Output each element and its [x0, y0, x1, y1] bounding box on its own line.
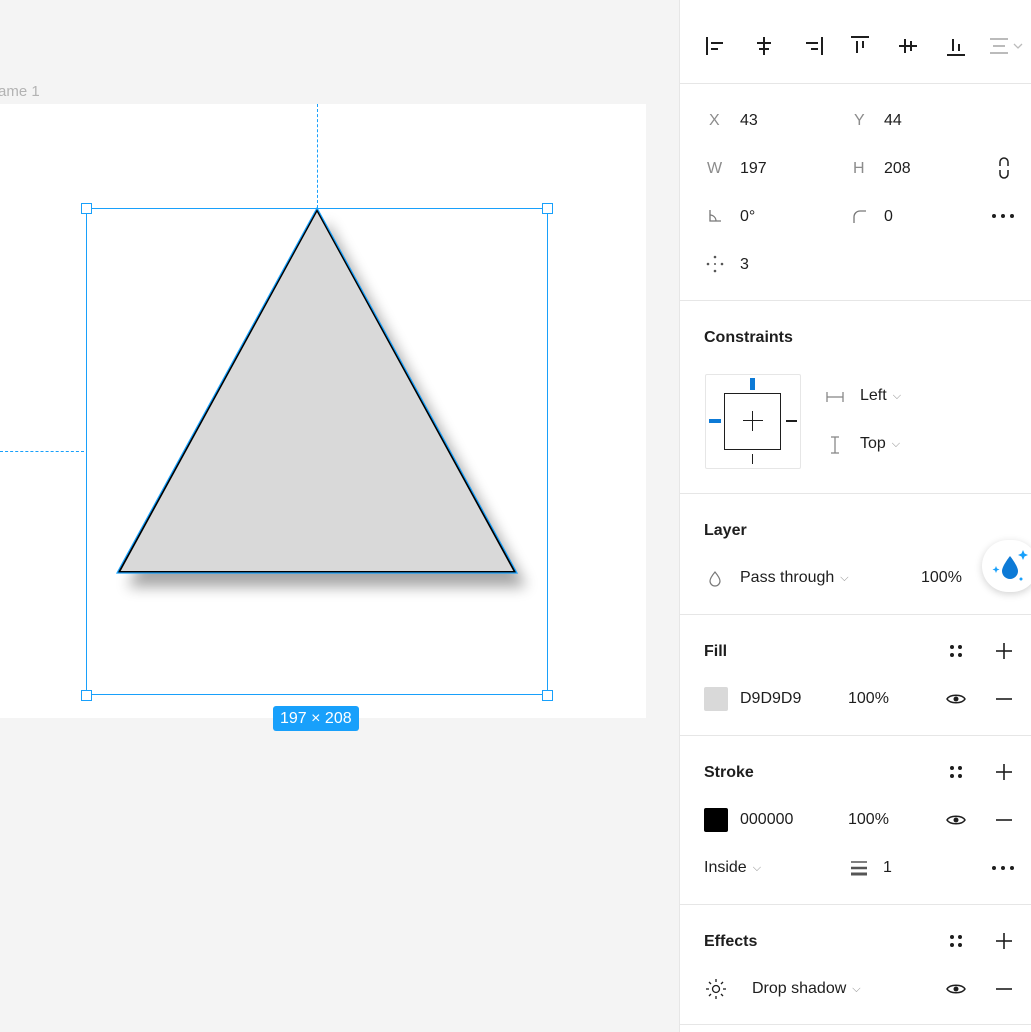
effect-type-value: Drop shadow: [752, 980, 847, 997]
stroke-weight-icon: [849, 858, 869, 878]
fill-title: Fill: [704, 643, 728, 660]
remove-stroke-button[interactable]: [992, 810, 1016, 830]
chevron-down-icon: ⌵: [891, 437, 901, 450]
stroke-color-swatch[interactable]: [704, 808, 728, 832]
distance-guide-horizontal: [0, 451, 84, 452]
point-count-input[interactable]: 3: [740, 256, 749, 274]
size-badge: 197 × 208: [273, 706, 359, 731]
y-label: Y: [854, 112, 865, 129]
stroke-opacity-input[interactable]: 100%: [848, 811, 889, 829]
constraints-section: Constraints Left ⌵ Top ⌵: [680, 301, 1031, 494]
alignment-section: [680, 0, 1031, 84]
resize-handle-top-left[interactable]: [81, 203, 92, 214]
remove-effect-button[interactable]: [992, 979, 1016, 999]
constraint-top[interactable]: [750, 378, 755, 390]
y-input[interactable]: 44: [884, 112, 902, 130]
add-effect-button[interactable]: [992, 931, 1016, 951]
rotation-input[interactable]: 0°: [740, 208, 755, 226]
fill-hex-input[interactable]: D9D9D9: [740, 690, 801, 708]
design-canvas[interactable]: rame 1 197 × 208: [0, 0, 679, 1032]
constraint-right[interactable]: [786, 420, 797, 422]
fill-color-swatch[interactable]: [704, 687, 728, 711]
horizontal-constraint-icon: [826, 388, 844, 406]
add-fill-button[interactable]: [992, 641, 1016, 661]
constraint-cross-v: [752, 411, 753, 431]
polygon-count-icon: [706, 255, 724, 273]
constraint-cross-h: [743, 420, 763, 421]
stroke-section: Stroke 000000 100% Inside ⌵ 1: [680, 736, 1031, 905]
vertical-constraint-dropdown[interactable]: Top ⌵: [860, 435, 900, 453]
align-right-icon[interactable]: [801, 34, 825, 58]
more-options-icon[interactable]: [991, 206, 1015, 226]
plugin-droplet-button[interactable]: [982, 540, 1031, 592]
effect-visibility-eye-icon[interactable]: [944, 979, 968, 999]
styles-icon[interactable]: [944, 641, 968, 661]
stroke-position-dropdown[interactable]: Inside ⌵: [704, 859, 761, 877]
layer-section: Layer Pass through ⌵ 100%: [680, 494, 1031, 615]
blend-mode-dropdown[interactable]: Pass through ⌵: [740, 569, 849, 587]
fill-opacity-input[interactable]: 100%: [848, 690, 889, 708]
clipped-header: [704, 0, 864, 2]
remove-fill-button[interactable]: [992, 689, 1016, 709]
rotation-icon: [707, 208, 723, 224]
align-bottom-icon[interactable]: [944, 34, 968, 58]
stroke-more-options-icon[interactable]: [991, 858, 1015, 878]
blend-mode-icon: [707, 570, 723, 588]
stroke-weight-input[interactable]: 1: [883, 859, 892, 877]
w-label: W: [707, 160, 723, 177]
h-label: H: [853, 160, 865, 177]
droplet-sparkle-icon: [992, 550, 1028, 581]
chevron-down-icon: ⌵: [840, 571, 849, 584]
constraints-widget[interactable]: [705, 374, 801, 469]
fill-section: Fill D9D9D9 100%: [680, 615, 1031, 736]
effect-settings-sun-icon[interactable]: [704, 977, 728, 1001]
fill-visibility-eye-icon[interactable]: [944, 689, 968, 709]
styles-icon[interactable]: [944, 931, 968, 951]
height-input[interactable]: 208: [884, 160, 911, 178]
effects-title: Effects: [704, 933, 758, 950]
layer-title: Layer: [704, 522, 747, 539]
effect-type-dropdown[interactable]: Drop shadow ⌵: [752, 980, 861, 998]
constraints-title: Constraints: [704, 329, 793, 346]
styles-icon[interactable]: [944, 762, 968, 782]
vertical-constraint-value: Top: [860, 435, 886, 452]
distance-guide-vertical: [317, 104, 318, 208]
align-left-icon[interactable]: [704, 34, 728, 58]
properties-panel: X 43 Y 44 W 197 H 208 0° 0 3 Constraints: [679, 0, 1031, 1032]
x-input[interactable]: 43: [740, 112, 758, 130]
effects-section: Effects Drop shadow ⌵: [680, 905, 1031, 1025]
stroke-title: Stroke: [704, 764, 754, 781]
constrain-proportions-icon[interactable]: [994, 156, 1014, 180]
x-label: X: [709, 112, 720, 129]
corner-radius-input[interactable]: 0: [884, 208, 893, 226]
stroke-visibility-eye-icon[interactable]: [944, 810, 968, 830]
align-vertical-center-icon[interactable]: [896, 34, 920, 58]
add-stroke-button[interactable]: [992, 762, 1016, 782]
blend-mode-value: Pass through: [740, 569, 835, 586]
resize-handle-bottom-left[interactable]: [81, 690, 92, 701]
chevron-down-icon: ⌵: [852, 982, 861, 995]
width-input[interactable]: 197: [740, 160, 767, 178]
resize-handle-bottom-right[interactable]: [542, 690, 553, 701]
chevron-down-icon: ⌵: [752, 861, 762, 874]
horizontal-constraint-value: Left: [860, 387, 887, 404]
vertical-constraint-icon: [826, 436, 844, 454]
corner-radius-icon: [851, 208, 867, 224]
resize-handle-top-right[interactable]: [542, 203, 553, 214]
chevron-down-icon: ⌵: [892, 389, 902, 402]
constraint-left[interactable]: [709, 419, 721, 423]
align-horizontal-center-icon[interactable]: [752, 34, 776, 58]
stroke-hex-input[interactable]: 000000: [740, 811, 793, 829]
horizontal-constraint-dropdown[interactable]: Left ⌵: [860, 387, 901, 405]
constraint-bottom[interactable]: [752, 454, 753, 464]
layer-opacity-input[interactable]: 100%: [921, 569, 962, 587]
distribute-icon[interactable]: [987, 34, 1027, 58]
transform-section: X 43 Y 44 W 197 H 208 0° 0 3: [680, 84, 1031, 301]
stroke-position-value: Inside: [704, 859, 747, 876]
align-top-icon[interactable]: [848, 34, 872, 58]
selection-box[interactable]: [86, 208, 548, 695]
